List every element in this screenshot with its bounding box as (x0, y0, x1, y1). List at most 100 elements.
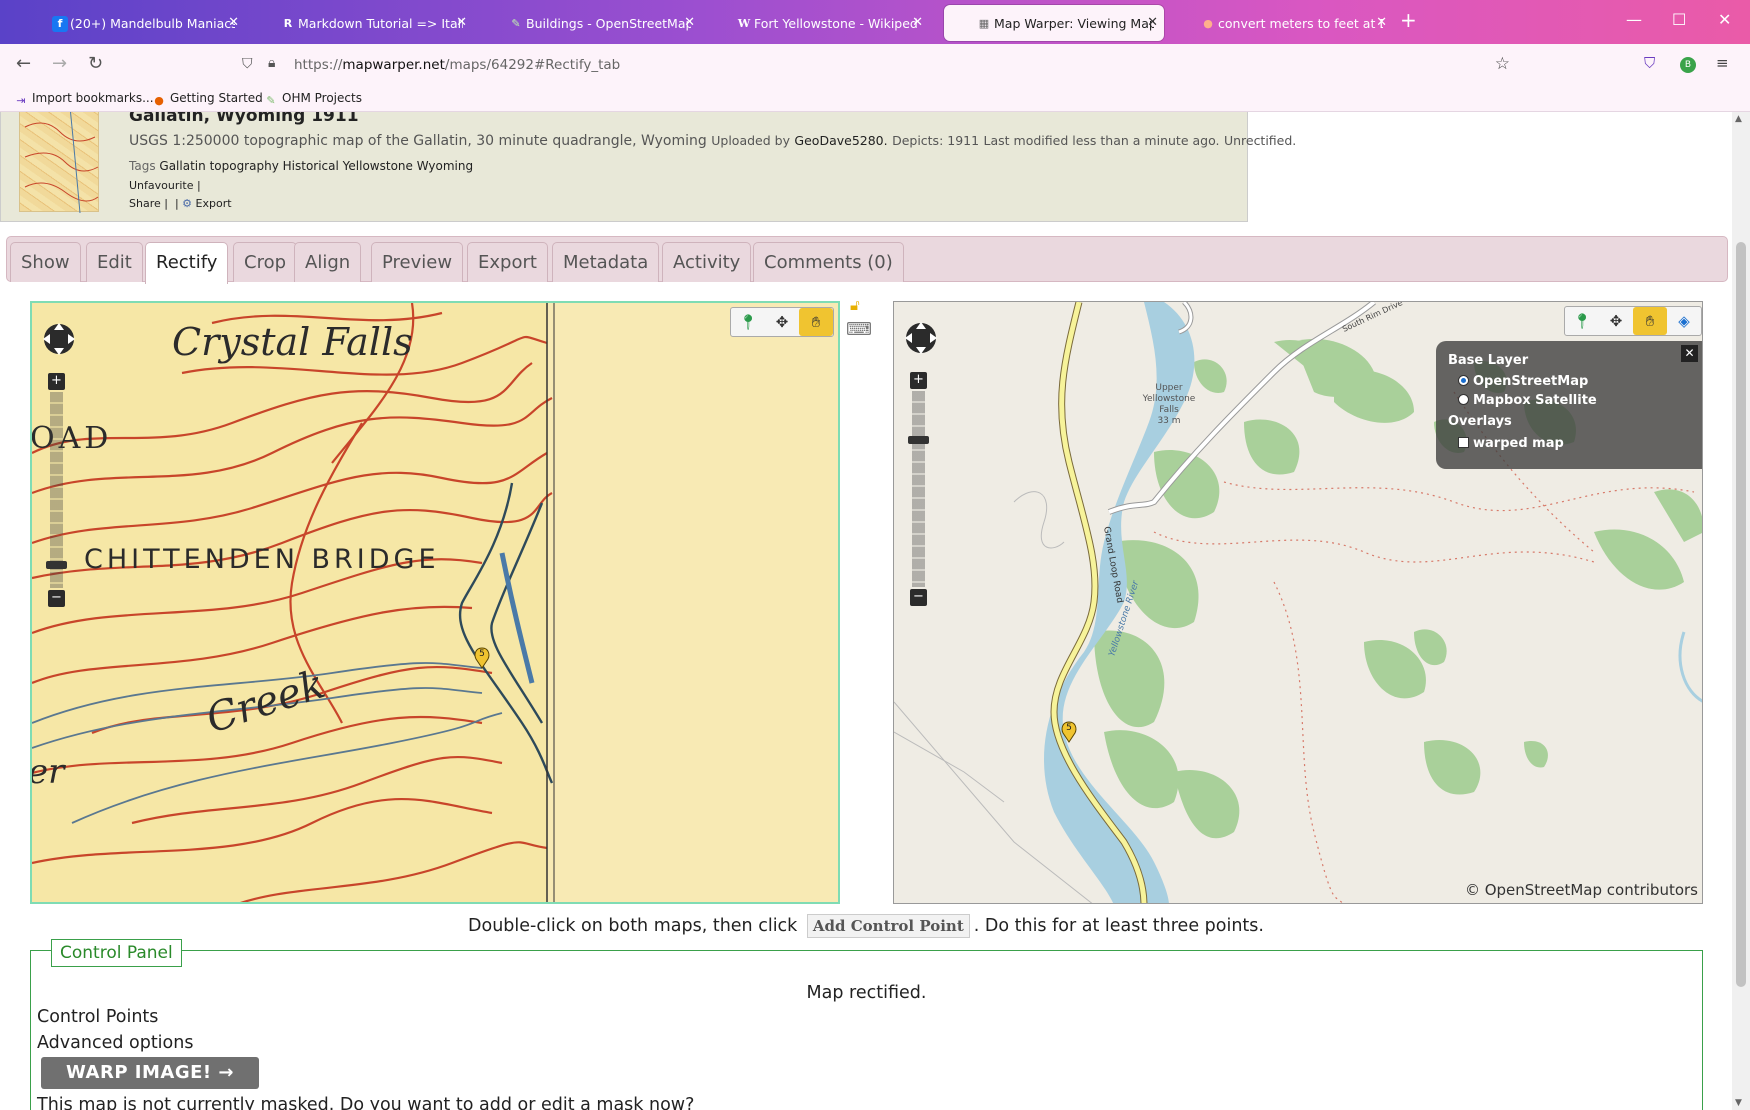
new-tab-icon[interactable]: + (1400, 8, 1417, 32)
zoom-out-button[interactable]: − (48, 590, 65, 607)
layers-icon[interactable]: ◈ (1667, 307, 1701, 335)
back-icon[interactable]: ← (16, 53, 31, 74)
tab-export[interactable]: Export (467, 242, 548, 282)
map-attribution[interactable]: © OpenStreetMap contributors (1465, 881, 1698, 899)
shield-icon[interactable]: ⛉ (242, 56, 253, 72)
export-link[interactable]: Export (196, 197, 232, 210)
browser-tab-active[interactable]: ▦ Map Warper: Viewing Map 6429 ✕ (944, 5, 1164, 41)
close-window-icon[interactable]: ✕ (1718, 10, 1731, 29)
close-icon[interactable]: ✕ (912, 15, 923, 30)
checkbox[interactable] (1458, 437, 1469, 448)
url-bar[interactable]: ⛉ 🔒︎ https://mapwarper.net/maps/64292#Re… (232, 50, 1518, 80)
unfavourite-link[interactable]: Unfavourite (129, 179, 194, 192)
browser-tab[interactable]: f (20+) Mandelbulb Maniacs | Fa ✕ (20, 5, 245, 41)
radio-selected[interactable] (1458, 375, 1469, 386)
zoom-bar: + − (908, 372, 929, 608)
tag-link[interactable]: Yellowstone (343, 159, 413, 173)
reference-map[interactable]: South Rim Drive Upper Yellowstone Falls … (893, 301, 1703, 904)
zoom-out-button[interactable]: − (910, 589, 927, 606)
zoom-track[interactable] (912, 391, 925, 587)
pan-hand-tool-icon[interactable]: ✋︎ (799, 308, 833, 336)
control-points-link[interactable]: Control Points (37, 1007, 158, 1027)
menu-icon[interactable]: ≡ (1716, 54, 1729, 72)
map-label-edge: er (32, 752, 66, 792)
browser-tab[interactable]: W Fort Yellowstone - Wikipedia ✕ (704, 5, 929, 41)
scroll-up-icon[interactable]: ▲ (1735, 114, 1742, 124)
unrectified-map[interactable]: Crystal Falls OAD CHITTENDEN BRIDGE Cree… (30, 301, 840, 904)
tab-activity[interactable]: Activity (662, 242, 752, 282)
bookmark-ohm[interactable]: ✎ OHM Projects (264, 91, 362, 108)
zoom-in-button[interactable]: + (910, 372, 927, 389)
base-layer-label: OpenStreetMap (1473, 374, 1589, 389)
tag-link[interactable]: Gallatin (159, 159, 205, 173)
tab-preview[interactable]: Preview (371, 242, 464, 282)
minimize-icon[interactable]: — (1626, 10, 1642, 29)
page-scrollbar[interactable]: ▲ ▼ (1732, 112, 1750, 1110)
add-control-point-button[interactable]: Add Control Point (806, 914, 970, 938)
base-layer-mapbox[interactable]: Mapbox Satellite (1458, 393, 1597, 408)
page-tabs: Show Edit Rectify Crop Align Preview Exp… (6, 236, 1728, 284)
browser-tab[interactable]: ● convert meters to feet at DuckD ✕ (1168, 5, 1393, 41)
scrollbar-thumb[interactable] (1736, 242, 1746, 987)
tag-link[interactable]: Historical (283, 159, 339, 173)
keyboard-icon[interactable]: ⌨ (846, 319, 872, 340)
tab-rectify[interactable]: Rectify (145, 242, 229, 284)
map-thumbnail[interactable] (19, 112, 99, 214)
control-panel-legend: Control Panel (51, 939, 182, 967)
bookmark-import[interactable]: ⇥ Import bookmarks... (14, 91, 153, 108)
tags-line: Tags Gallatin topography Historical Yell… (129, 159, 473, 173)
zoom-in-button[interactable]: + (48, 373, 65, 390)
tag-link[interactable]: Wyoming (417, 159, 473, 173)
scroll-down-icon[interactable]: ▼ (1735, 1098, 1742, 1108)
close-icon[interactable]: ✕ (456, 15, 467, 30)
account-icon[interactable]: B (1680, 57, 1696, 73)
warp-image-button[interactable]: WARP IMAGE! → (41, 1057, 259, 1089)
close-icon[interactable]: ✕ (1376, 15, 1387, 30)
browser-tab[interactable]: R Markdown Tutorial => Italic ✕ (248, 5, 473, 41)
move-point-tool-icon[interactable]: ✥ (765, 308, 799, 336)
maximize-icon[interactable]: ☐ (1672, 10, 1686, 29)
move-point-tool-icon[interactable]: ✥ (1599, 307, 1633, 335)
bookmark-star-icon[interactable]: ☆ (1495, 54, 1510, 74)
tab-metadata[interactable]: Metadata (552, 242, 660, 282)
overlay-warped-map[interactable]: warped map (1458, 436, 1564, 451)
overlays-heading: Overlays (1448, 414, 1512, 429)
url-text[interactable]: https://mapwarper.net/maps/64292#Rectify… (294, 57, 620, 73)
forward-icon[interactable]: → (52, 53, 67, 74)
instructions-text-end: . Do this for at least three points. (973, 916, 1264, 936)
close-icon[interactable]: ✕ (684, 15, 695, 30)
tab-show[interactable]: Show (10, 242, 81, 282)
base-layer-heading: Base Layer (1448, 353, 1529, 368)
advanced-options-link[interactable]: Advanced options (37, 1033, 193, 1053)
zoom-slider-handle[interactable] (908, 436, 929, 444)
pan-hand-tool-icon[interactable]: ✋︎ (1633, 307, 1667, 335)
reload-icon[interactable]: ↻ (88, 53, 103, 74)
add-point-tool-icon[interactable]: 📍︎ (1565, 307, 1599, 335)
share-link[interactable]: Share (129, 197, 161, 210)
close-icon[interactable]: ✕ (1147, 15, 1158, 30)
browser-tab[interactable]: ✎ Buildings - OpenStreetMap Wiki ✕ (476, 5, 701, 41)
map-label-falls-1: Upper (1155, 383, 1183, 393)
import-icon: ⇥ (16, 94, 26, 107)
tag-link[interactable]: topography (210, 159, 279, 173)
lock-icon[interactable]: 🔒︎ (268, 55, 275, 71)
radio-unselected[interactable] (1458, 394, 1469, 405)
pan-control[interactable] (40, 320, 78, 358)
pan-control[interactable] (902, 319, 940, 357)
tab-crop[interactable]: Crop (233, 242, 298, 282)
lock-maps-icon[interactable]: 🔓︎ (850, 296, 860, 314)
add-point-tool-icon[interactable]: 📍︎ (731, 308, 765, 336)
tab-align[interactable]: Align (294, 242, 362, 282)
zoom-track[interactable] (50, 392, 63, 588)
tab-comments[interactable]: Comments (0) (753, 242, 904, 282)
close-icon[interactable]: ✕ (228, 15, 239, 30)
uploader-link[interactable]: GeoDave5280. (794, 133, 887, 148)
map-label-falls-4: 33 m (1157, 416, 1180, 426)
tab-edit[interactable]: Edit (86, 242, 143, 282)
close-icon[interactable]: ✕ (1681, 345, 1698, 362)
base-layer-osm[interactable]: OpenStreetMap (1458, 374, 1588, 389)
pocket-icon[interactable]: ⛉ (1644, 54, 1655, 72)
zoom-slider-handle[interactable] (46, 561, 67, 569)
bookmark-getting-started[interactable]: ● Getting Started (152, 91, 263, 108)
export-icon: ⚙ (182, 197, 193, 210)
